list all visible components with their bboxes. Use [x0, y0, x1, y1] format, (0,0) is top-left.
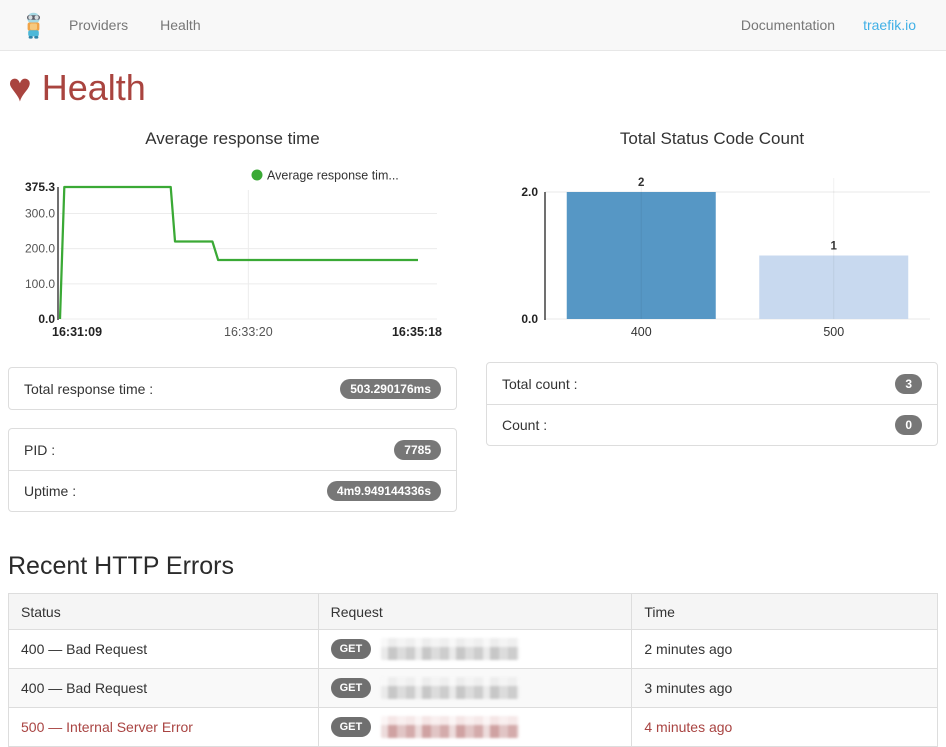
status-cell: 400 — Bad Request: [9, 630, 319, 669]
svg-text:16:33:20: 16:33:20: [224, 325, 273, 339]
request-cell: GET: [318, 708, 632, 747]
stat-label: PID :: [24, 442, 55, 458]
svg-text:16:35:18: 16:35:18: [392, 325, 442, 339]
svg-text:0.0: 0.0: [521, 312, 538, 326]
total-response-time-panel: Total response time : 503.290176ms: [8, 367, 457, 410]
redacted-url: [381, 638, 519, 660]
page-title-text: Health: [42, 67, 146, 109]
column-header-status: Status: [9, 594, 319, 630]
status-code-chart-title: Total Status Code Count: [486, 129, 938, 151]
nav-link-documentation[interactable]: Documentation: [741, 17, 835, 33]
stat-label: Total count :: [502, 376, 578, 392]
stat-value-badge: 7785: [394, 440, 441, 460]
stat-row-count: Count : 0: [487, 404, 937, 445]
table-row: 400 — Bad Request GET 2 minutes ago: [9, 630, 938, 669]
stat-value-badge: 4m9.949144336s: [327, 481, 441, 501]
response-time-chart-title: Average response time: [8, 129, 457, 151]
request-cell: GET: [318, 669, 632, 708]
svg-text:0.0: 0.0: [38, 312, 55, 326]
time-cell: 4 minutes ago: [632, 708, 938, 747]
svg-text:1: 1: [831, 241, 838, 253]
stat-value-badge: 503.290176ms: [340, 379, 441, 399]
request-cell: GET: [318, 630, 632, 669]
svg-text:500: 500: [823, 325, 844, 339]
stat-row-total-response-time: Total response time : 503.290176ms: [9, 368, 456, 409]
heart-icon: ♥: [8, 70, 32, 106]
svg-text:16:31:09: 16:31:09: [52, 325, 102, 339]
stat-label: Total response time :: [24, 381, 153, 397]
process-info-panel: PID : 7785 Uptime : 4m9.949144336s: [8, 428, 457, 512]
recent-http-errors-title: Recent HTTP Errors: [8, 552, 938, 581]
nav-link-providers[interactable]: Providers: [69, 17, 128, 33]
status-cell: 400 — Bad Request: [9, 669, 319, 708]
stat-row-total-count: Total count : 3: [487, 363, 937, 404]
stat-row-pid: PID : 7785: [9, 429, 456, 470]
traefik-logo-icon[interactable]: [24, 12, 43, 39]
method-badge: GET: [331, 639, 372, 659]
stat-label: Uptime :: [24, 483, 76, 499]
table-row: 400 — Bad Request GET 3 minutes ago: [9, 669, 938, 708]
svg-text:100.0: 100.0: [25, 277, 55, 291]
page-title: ♥ Health: [8, 67, 938, 109]
column-header-time: Time: [632, 594, 938, 630]
method-badge: GET: [331, 678, 372, 698]
stat-row-uptime: Uptime : 4m9.949144336s: [9, 470, 456, 511]
svg-text:400: 400: [631, 325, 652, 339]
stat-value-badge: 3: [895, 374, 922, 394]
table-header-row: Status Request Time: [9, 594, 938, 630]
redacted-url: [381, 716, 519, 738]
nav-link-traefik-io[interactable]: traefik.io: [863, 17, 916, 33]
stat-value-badge: 0: [895, 415, 922, 435]
total-status-code-count-chart: 2 1 2.0 0.0 400 500: [486, 162, 938, 344]
status-cell: 500 — Internal Server Error: [9, 708, 319, 747]
redacted-url: [381, 677, 519, 699]
time-cell: 2 minutes ago: [632, 630, 938, 669]
average-response-time-chart: 375.3 300.0 200.0 100.0 0.016:31:09 16:33:20 1…: [8, 162, 457, 344]
stat-label: Count :: [502, 417, 547, 433]
svg-text:2: 2: [638, 177, 644, 189]
count-panel: Total count : 3 Count : 0: [486, 362, 938, 446]
svg-text:300.0: 300.0: [25, 206, 55, 220]
svg-text:2.0: 2.0: [521, 185, 538, 199]
method-badge: GET: [331, 717, 372, 737]
table-row: 500 — Internal Server Error GET 4 minute…: [9, 708, 938, 747]
top-navbar: Providers Health Documentation traefik.i…: [0, 0, 946, 51]
column-header-request: Request: [318, 594, 632, 630]
svg-text:200.0: 200.0: [25, 242, 55, 256]
navbar-right: Documentation traefik.io: [713, 17, 916, 33]
nav-link-health[interactable]: Health: [160, 17, 200, 33]
svg-text:Average response tim...: Average response tim...: [267, 169, 399, 183]
time-cell: 3 minutes ago: [632, 669, 938, 708]
svg-text:375.3: 375.3: [25, 180, 55, 194]
http-errors-table: Status Request Time 400 — Bad Request GE…: [8, 593, 938, 747]
